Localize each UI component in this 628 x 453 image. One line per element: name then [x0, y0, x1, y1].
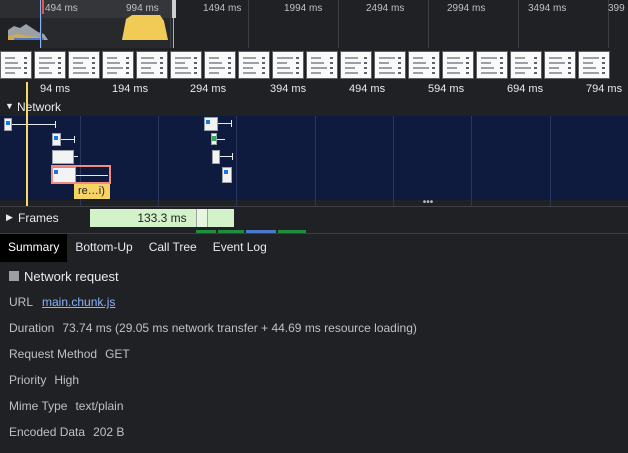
network-request[interactable]: [204, 117, 232, 131]
network-request[interactable]: [212, 150, 234, 164]
priority-value: High: [54, 373, 80, 387]
network-request[interactable]: [52, 150, 78, 164]
overview-window-handle[interactable]: [172, 0, 176, 18]
filmstrip-thumbnail[interactable]: [340, 51, 372, 79]
tab-call-tree[interactable]: Call Tree: [141, 234, 205, 262]
network-request[interactable]: [52, 133, 76, 147]
collapse-triangle-icon[interactable]: ▼: [5, 101, 14, 111]
url-row: URL main.chunk.js: [9, 295, 115, 309]
duration-row: Duration 73.74 ms (29.05 ms network trans…: [9, 321, 417, 335]
filmstrip-thumbnail[interactable]: [204, 51, 236, 79]
encoded-data-value: 202 B: [93, 425, 125, 439]
expand-triangle-icon[interactable]: ▶: [6, 212, 13, 223]
overview-tick-label: 494 ms: [45, 3, 78, 14]
filmstrip-thumbnail[interactable]: [272, 51, 304, 79]
request-method-row: Request Method GET: [9, 347, 130, 361]
filmstrip-thumbnail[interactable]: [544, 51, 576, 79]
request-label: re…i): [74, 184, 110, 199]
request-method-label: Request Method: [9, 347, 98, 361]
time-ruler: 94 ms 194 ms 294 ms 394 ms 494 ms 594 ms…: [0, 82, 628, 99]
overview-tick-label: 1994 ms: [284, 3, 323, 14]
filmstrip-thumbnail[interactable]: [34, 51, 66, 79]
overview-tick: [518, 0, 519, 48]
filmstrip-thumbnail[interactable]: [476, 51, 508, 79]
overview-tick: [248, 0, 249, 48]
encoded-data-row: Encoded Data 202 B: [9, 425, 124, 439]
timeline-overview[interactable]: 494 ms 994 ms 1494 ms 1994 ms 2494 ms 29…: [0, 0, 628, 48]
overview-tick-label: 3494 ms: [528, 3, 567, 14]
details-tabs: Summary Bottom-Up Call Tree Event Log: [0, 233, 628, 263]
frames-track-label: Frames: [18, 211, 59, 225]
frame-bar-boundary: [196, 209, 208, 227]
network-request[interactable]: [211, 133, 225, 147]
network-request[interactable]: [4, 118, 56, 132]
ruler-tick-label: 194 ms: [112, 83, 149, 95]
ruler-tick-label: 694 ms: [507, 83, 544, 95]
frame-bar[interactable]: 133.3 ms: [90, 209, 234, 227]
priority-label: Priority: [9, 373, 47, 387]
overview-tick-label: 2494 ms: [366, 3, 405, 14]
overview-tick: [338, 0, 339, 48]
overview-tick-label: 2994 ms: [447, 3, 486, 14]
filmstrip-thumbnail[interactable]: [102, 51, 134, 79]
selected-request-outline: [51, 165, 111, 184]
ruler-tick-label: 94 ms: [40, 83, 70, 95]
filmstrip-thumbnail[interactable]: [238, 51, 270, 79]
duration-label: Duration: [9, 321, 55, 335]
mime-type-label: Mime Type: [9, 399, 68, 413]
frames-track[interactable]: ▶ Frames 133.3 ms: [0, 206, 628, 231]
filmstrip-thumbnail[interactable]: [578, 51, 610, 79]
ruler-tick-label: 494 ms: [349, 83, 386, 95]
url-link[interactable]: main.chunk.js: [42, 295, 115, 309]
overview-tick: [170, 0, 171, 48]
overview-tick: [428, 0, 429, 48]
ruler-tick-label: 294 ms: [190, 83, 227, 95]
ruler-tick-label: 594 ms: [428, 83, 465, 95]
mime-type-value: text/plain: [75, 399, 124, 413]
overview-tick-label: 1494 ms: [203, 3, 242, 14]
duration-value: 73.74 ms (29.05 ms network transfer + 44…: [62, 321, 417, 335]
filmstrip-thumbnail[interactable]: [68, 51, 100, 79]
summary-panel: Network request URL main.chunk.js Duratio…: [0, 262, 628, 453]
tab-event-log[interactable]: Event Log: [205, 234, 275, 262]
network-track-header[interactable]: ▼ Network: [0, 98, 628, 116]
tab-summary[interactable]: Summary: [0, 234, 68, 262]
mime-type-row: Mime Type text/plain: [9, 399, 124, 413]
filmstrip-thumbnail[interactable]: [510, 51, 542, 79]
overview-tick-label: 994 ms: [126, 3, 159, 14]
network-request[interactable]: [222, 167, 234, 183]
filmstrip-thumbnail[interactable]: [136, 51, 168, 79]
priority-row: Priority High: [9, 373, 79, 387]
filmstrip-thumbnail[interactable]: [0, 51, 32, 79]
ruler-tick-label: 394 ms: [270, 83, 307, 95]
overview-tick: [41, 0, 42, 48]
summary-title: Network request: [24, 269, 119, 284]
filmstrip-thumbnail[interactable]: [374, 51, 406, 79]
screenshot-filmstrip[interactable]: [0, 48, 628, 82]
overview-tick-label: 399: [608, 3, 625, 14]
tab-bottom-up[interactable]: Bottom-Up: [67, 234, 140, 262]
url-label: URL: [9, 295, 34, 309]
ruler-tick-label: 794 ms: [586, 83, 623, 95]
encoded-data-label: Encoded Data: [9, 425, 86, 439]
filmstrip-thumbnail[interactable]: [306, 51, 338, 79]
filmstrip-thumbnail[interactable]: [408, 51, 440, 79]
filmstrip-thumbnail[interactable]: [170, 51, 202, 79]
network-request-color-swatch: [9, 271, 19, 281]
overview-marker: [42, 0, 44, 14]
filmstrip-thumbnail[interactable]: [442, 51, 474, 79]
network-track-label: Network: [17, 100, 62, 114]
request-method-value: GET: [105, 347, 130, 361]
